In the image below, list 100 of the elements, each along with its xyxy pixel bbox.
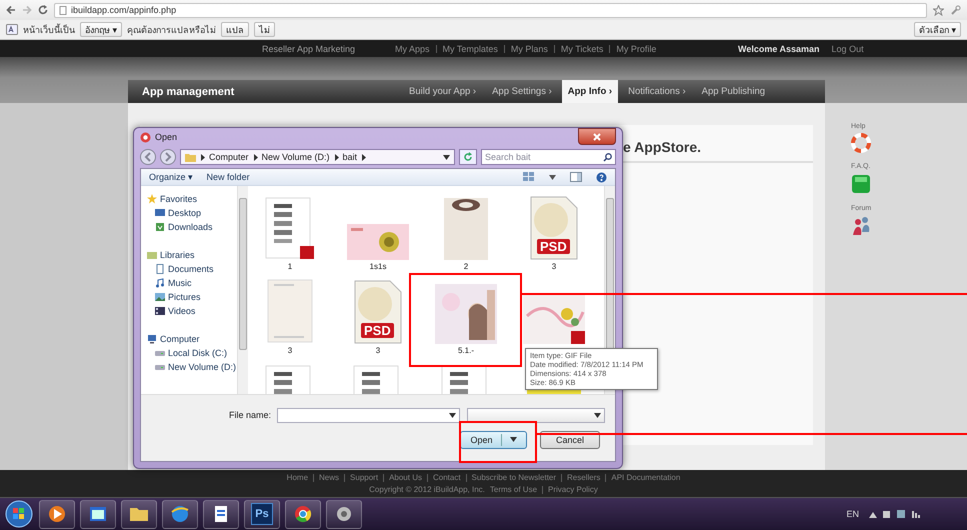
- close-button[interactable]: [578, 128, 616, 145]
- caret-icon: [449, 412, 456, 418]
- options-button[interactable]: ตัวเลือก ▾: [914, 22, 961, 37]
- nav-tab[interactable]: Build your App ›: [403, 80, 482, 103]
- search-field[interactable]: Search bait: [481, 149, 616, 165]
- taskbar-button[interactable]: [326, 500, 362, 528]
- taskbar-button[interactable]: [80, 500, 116, 528]
- nav-item[interactable]: Videos: [168, 306, 196, 316]
- footer-link[interactable]: API Documentation: [611, 473, 680, 482]
- taskbar-button[interactable]: [162, 500, 198, 528]
- footer-link[interactable]: Home: [286, 473, 308, 482]
- url-field[interactable]: ibuildapp.com/appinfo.php: [54, 2, 927, 18]
- nav-item[interactable]: Pictures: [168, 292, 201, 302]
- nav-tab[interactable]: App Settings ›: [486, 80, 558, 103]
- photoshop-icon: Ps: [251, 503, 273, 525]
- lifebuoy-icon[interactable]: [851, 133, 871, 153]
- computer-icon: [147, 334, 157, 344]
- start-button[interactable]: [4, 499, 34, 529]
- dismiss-button[interactable]: ไม่: [254, 22, 276, 37]
- file-name[interactable]: 1: [288, 262, 292, 271]
- welcome-text: Welcome Assaman: [738, 44, 820, 54]
- close-icon: [593, 132, 601, 140]
- taskbar-button[interactable]: [285, 500, 321, 528]
- cube-icon[interactable]: [851, 173, 871, 195]
- taskbar-button[interactable]: [39, 500, 75, 528]
- nav-item[interactable]: Favorites: [160, 194, 198, 204]
- star-icon[interactable]: [933, 4, 944, 16]
- taskbar-button[interactable]: [121, 500, 157, 528]
- window-icon: [88, 504, 108, 524]
- media-player-icon: [47, 504, 67, 524]
- nav-tab[interactable]: App Publishing: [696, 80, 772, 103]
- chevron-icon: [200, 154, 205, 160]
- file-name[interactable]: 3: [376, 346, 380, 355]
- people-icon[interactable]: [851, 215, 871, 237]
- translate-button[interactable]: แปล: [221, 22, 250, 37]
- star-icon: [147, 194, 157, 204]
- forward-icon[interactable]: [160, 149, 176, 165]
- reload-icon[interactable]: [38, 5, 48, 15]
- nav-item[interactable]: Documents: [168, 264, 214, 274]
- footer-link[interactable]: Terms of Use: [490, 485, 538, 494]
- top-link[interactable]: My Plans: [510, 44, 548, 54]
- music-icon: [155, 278, 165, 288]
- file-type-dropdown[interactable]: [467, 408, 605, 422]
- nav-tab[interactable]: App Info ›: [562, 80, 618, 103]
- nav-item[interactable]: New Volume (D:): [168, 362, 236, 372]
- back-icon[interactable]: [6, 5, 16, 15]
- top-link[interactable]: My Templates: [442, 44, 498, 54]
- footer-link[interactable]: Contact: [432, 473, 461, 482]
- caret-icon: [510, 437, 517, 442]
- footer-link[interactable]: Support: [350, 473, 378, 482]
- nav-item[interactable]: Downloads: [168, 222, 213, 232]
- top-link[interactable]: My Profile: [616, 44, 656, 54]
- breadcrumb-item[interactable]: New Volume (D:): [262, 152, 330, 162]
- file-name[interactable]: 5.1.-: [458, 346, 474, 355]
- refresh-button[interactable]: [459, 149, 477, 165]
- footer-link[interactable]: Resellers: [567, 473, 600, 482]
- view-icon[interactable]: [523, 172, 535, 182]
- breadcrumb-item[interactable]: bait: [342, 152, 358, 162]
- nav-item[interactable]: Desktop: [168, 208, 202, 218]
- toolbar-button[interactable]: Organize ▾: [149, 172, 193, 182]
- caret-icon: [549, 174, 556, 180]
- search-icon: [603, 152, 612, 162]
- top-link[interactable]: My Apps: [395, 44, 430, 54]
- film-icon: [155, 306, 165, 316]
- globe-icon: [170, 504, 190, 524]
- nav-item[interactable]: Libraries: [160, 250, 195, 260]
- site-tagline: Reseller App Marketing: [262, 44, 356, 54]
- top-link[interactable]: My Tickets: [560, 44, 604, 54]
- caret-icon: [443, 154, 450, 160]
- file-name-field[interactable]: [277, 408, 460, 422]
- file-name[interactable]: 3: [288, 346, 292, 355]
- url-text: ibuildapp.com/appinfo.php: [71, 5, 176, 15]
- back-icon[interactable]: [140, 149, 156, 165]
- logout-link[interactable]: Log Out: [832, 44, 864, 54]
- footer-link[interactable]: Subscribe to Newsletter: [472, 473, 556, 482]
- taskbar-button[interactable]: [203, 500, 239, 528]
- file-type-badge: PSD: [361, 323, 394, 338]
- breadcrumb-item[interactable]: Computer: [209, 152, 249, 162]
- taskbar-button[interactable]: Ps: [244, 500, 280, 528]
- pane-icon[interactable]: [570, 172, 582, 182]
- nav-tab[interactable]: Notifications ›: [622, 80, 692, 103]
- toolbar-button[interactable]: New folder: [206, 172, 250, 182]
- help-icon[interactable]: [596, 172, 607, 182]
- file-name[interactable]: 1s1s: [370, 262, 386, 271]
- address-field[interactable]: Computer New Volume (D:) bait: [180, 149, 455, 165]
- footer-link[interactable]: Privacy Policy: [548, 485, 598, 494]
- file-name[interactable]: 3: [552, 262, 556, 271]
- language-dropdown[interactable]: อังกฤษ ▾: [80, 22, 122, 37]
- footer-link[interactable]: About Us: [389, 473, 422, 482]
- open-button[interactable]: Open: [460, 430, 527, 448]
- wrench-icon[interactable]: [950, 4, 961, 16]
- nav-item[interactable]: Computer: [160, 334, 200, 344]
- folder-icon: [185, 152, 196, 162]
- nav-item[interactable]: Music: [168, 278, 192, 288]
- footer-link[interactable]: News: [319, 473, 340, 482]
- caret-icon: [594, 412, 601, 418]
- app-icon: [140, 132, 151, 142]
- picture-icon: [155, 292, 165, 302]
- file-name[interactable]: 2: [464, 262, 468, 271]
- nav-item[interactable]: Local Disk (C:): [168, 348, 228, 358]
